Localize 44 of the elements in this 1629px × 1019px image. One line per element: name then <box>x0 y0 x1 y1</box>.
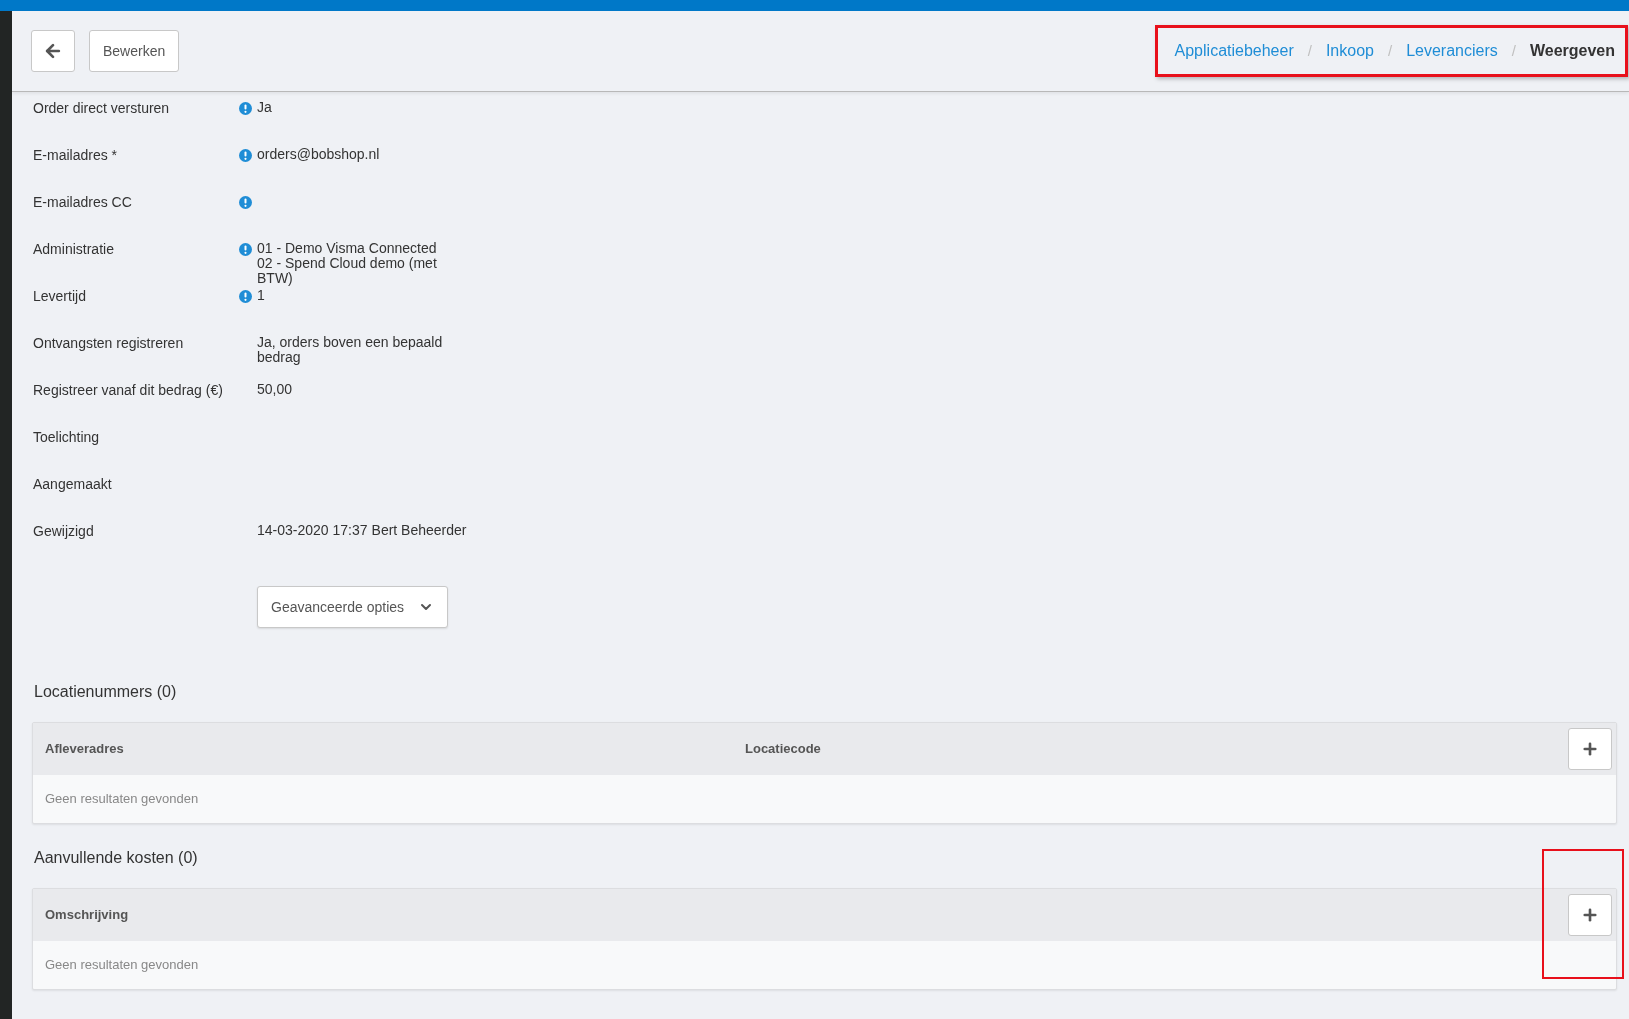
back-button[interactable] <box>31 30 75 72</box>
info-icon <box>239 149 252 162</box>
field-value: Ja, orders boven een bepaald bedrag <box>257 335 444 365</box>
field-label: E-mailadres * <box>33 147 119 163</box>
column-header: Afleveradres <box>45 740 124 759</box>
field-label: Gewijzigd <box>33 523 95 539</box>
section-title: Locatienummers (0) <box>33 682 178 702</box>
add-button[interactable] <box>1568 894 1612 936</box>
plus-icon <box>1581 906 1599 924</box>
field-label: Aangemaakt <box>33 476 113 492</box>
field-label: Order direct versturen <box>33 100 171 116</box>
field-label: Administratie <box>33 241 115 257</box>
breadcrumb-link[interactable]: Applicatiebeheer <box>1174 39 1294 63</box>
info-icon <box>239 196 252 209</box>
breadcrumb-link[interactable]: Leveranciers <box>1406 39 1498 63</box>
empty-message: Geen resultaten gevonden <box>45 956 199 975</box>
field-label: Toelichting <box>33 429 101 445</box>
breadcrumb-separator: / <box>1387 40 1393 61</box>
section-title: Aanvullende kosten (0) <box>33 848 199 868</box>
add-button[interactable] <box>1568 728 1612 770</box>
edit-button[interactable]: Bewerken <box>89 30 180 72</box>
empty-message: Geen resultaten gevonden <box>45 790 199 809</box>
field-label: Ontvangsten registreren <box>33 335 185 351</box>
field-value: 02 - Spend Cloud demo (met BTW) <box>257 256 438 286</box>
advanced-options-button[interactable]: Geavanceerde opties <box>257 586 449 628</box>
plus-icon <box>1581 740 1599 758</box>
field-value: 50,00 <box>257 382 293 397</box>
info-icon <box>239 102 252 115</box>
field-label: Levertijd <box>33 288 87 304</box>
field-label: Registreer vanaf dit bedrag (€) <box>33 382 224 398</box>
info-icon <box>239 290 252 303</box>
breadcrumb-link[interactable]: Inkoop <box>1325 39 1374 63</box>
field-value: 14-03-2020 17:37 <box>257 523 368 538</box>
field-value: Bert Beheerder <box>371 523 467 538</box>
breadcrumb-separator: / <box>1511 40 1516 61</box>
breadcrumb-separator: / <box>1307 40 1312 61</box>
column-header: Omschrijving <box>45 906 129 925</box>
field-label: E-mailadres CC <box>33 194 133 210</box>
field-value: 01 - Demo Visma Connected <box>257 241 438 256</box>
info-icon <box>239 243 252 256</box>
field-value: Ja <box>257 100 272 115</box>
field-value: 1 <box>257 288 265 303</box>
column-header: Locatiecode <box>745 740 821 759</box>
field-value: orders@bobshop.nl <box>257 147 380 162</box>
